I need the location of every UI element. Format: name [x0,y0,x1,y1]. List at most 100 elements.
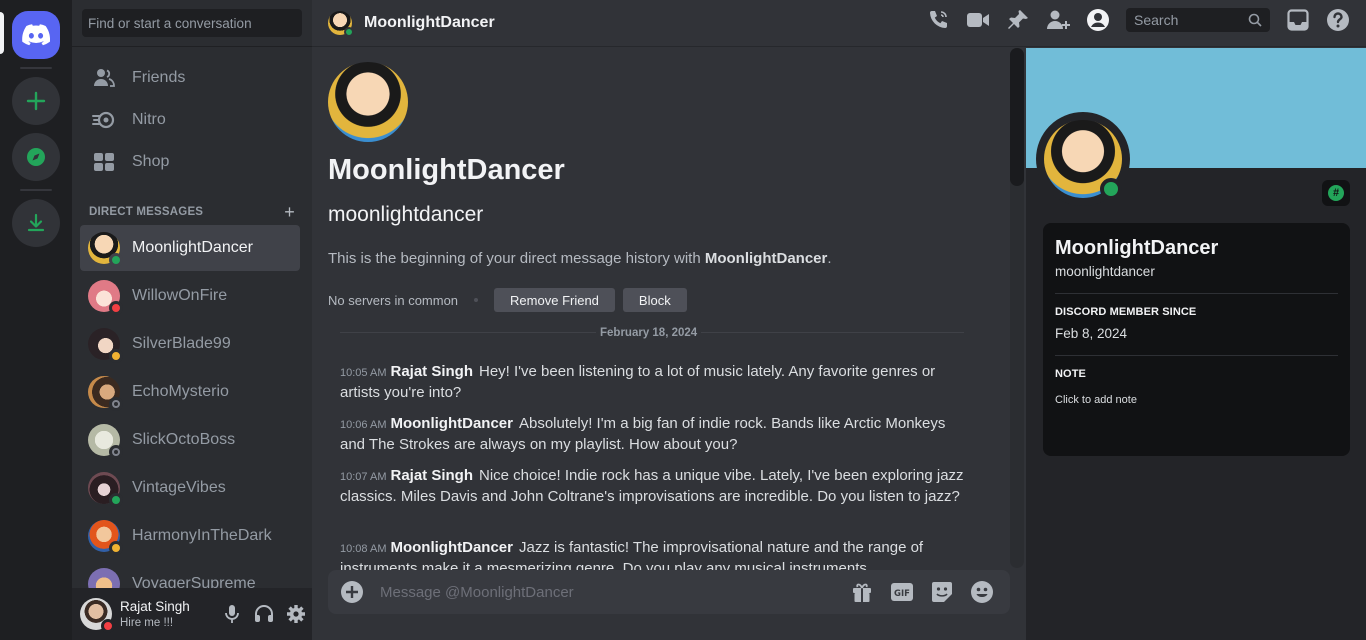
header-search [1110,8,1270,32]
upload-button[interactable] [340,580,364,604]
welcome-handle: moonlightdancer [328,203,484,226]
dm-item[interactable]: EchoMysterio [80,369,300,415]
dm-item[interactable]: VintageVibes [80,465,300,511]
user-avatar[interactable] [80,598,115,633]
welcome-desc-text: This is the beginning of your direct mes… [328,250,705,267]
message-author[interactable]: MoonlightDancer [390,539,513,556]
help-button[interactable] [1326,8,1350,32]
message-input[interactable] [380,570,850,614]
user-profile-toggle[interactable] [1086,8,1110,32]
message-author[interactable]: MoonlightDancer [390,415,513,432]
message[interactable]: 10:05 AM Rajat Singh Hey! I've been listen… [340,362,964,403]
block-button[interactable]: Block [622,288,687,312]
user-names[interactable]: Rajat Singh Hire me !!! [120,599,216,629]
inbox-button[interactable] [1286,8,1310,32]
welcome-title: MoonlightDancer [328,154,565,186]
rail-separator [20,67,52,69]
rail-separator [20,189,52,191]
welcome-description: This is the beginning of your direct mes… [328,250,832,267]
phone-icon [930,11,947,28]
avatar [88,280,123,315]
remove-friend-button[interactable]: Remove Friend [494,288,615,312]
dm-item[interactable]: SlickOctoBoss [80,417,300,463]
header-avatar[interactable] [328,11,354,37]
create-dm-plus-icon[interactable]: + [284,203,295,221]
avatar [88,232,123,267]
chat-area: MoonlightDancer moonlightdancer This is … [312,48,1026,640]
dm-name: WillowOnFire [132,287,228,304]
header-toolbar [910,8,1350,32]
gift-icon [853,583,871,602]
direct-messages-header: DIRECT MESSAGES + [89,203,295,221]
welcome-actions: No servers in common Remove Friend Block [328,288,695,312]
message[interactable]: 10:06 AM MoonlightDancer Absolutely! I'm a… [340,414,964,455]
dm-name: HarmonyInTheDark [132,527,272,544]
emoji-icon [971,581,993,603]
compass-icon [27,148,45,166]
discord-logo-icon [22,24,50,46]
nav-shop[interactable]: Shop [80,141,304,183]
status-indicator [109,445,123,459]
avatar [88,520,123,555]
message-author[interactable]: Rajat Singh [390,467,473,484]
nav-friends[interactable]: Friends [80,57,304,99]
video-camera-icon [967,13,989,27]
status-indicator [109,253,123,267]
avatar [88,472,123,507]
avatar [88,424,123,459]
selected-indicator [0,12,4,54]
message-author[interactable]: Rajat Singh [390,363,473,380]
dm-item[interactable]: SilverBlade99 [80,321,300,367]
chat-scrollbar[interactable] [1010,48,1024,568]
gif-button[interactable]: GIF [890,580,914,604]
dot-separator [474,298,479,302]
home-button[interactable] [12,11,60,59]
scrollbar-thumb[interactable] [1010,48,1024,186]
nav-nitro[interactable]: Nitro [80,99,304,141]
profile-divider [1055,293,1338,294]
add-friends-to-dm-button[interactable] [1046,8,1070,32]
message-composer: GIF [328,570,1010,614]
welcome-desc-name: MoonlightDancer [704,250,828,267]
emoji-button[interactable] [970,580,994,604]
help-icon [1327,9,1349,31]
message-timestamp: 10:06 AM [340,419,387,431]
user-name: Rajat Singh [120,599,190,614]
download-icon [27,213,45,232]
header-title[interactable]: MoonlightDancer [364,14,495,32]
sticker-button[interactable] [930,580,954,604]
gift-button[interactable] [850,580,874,604]
profile-status-indicator [1100,178,1122,200]
dm-item[interactable]: HarmonyInTheDark [80,513,300,559]
deafen-button[interactable] [248,598,280,630]
direct-messages-label: DIRECT MESSAGES [89,206,204,218]
user-settings-button[interactable] [280,598,312,630]
profile-username: moonlightdancer [1055,264,1155,279]
mute-button[interactable] [216,598,248,630]
find-conversation-input[interactable] [82,9,302,37]
message-timestamp: 10:07 AM [340,471,387,483]
voice-call-button[interactable] [926,8,950,32]
video-call-button[interactable] [966,8,990,32]
nav-label: Friends [132,69,186,86]
download-apps-button[interactable] [12,199,60,247]
add-user-icon [1047,10,1070,29]
pinned-messages-button[interactable] [1006,8,1030,32]
dm-name: SlickOctoBoss [132,431,236,448]
explore-servers-button[interactable] [12,133,60,181]
gif-icon: GIF [891,583,913,601]
message-timestamp: 10:05 AM [340,367,387,379]
add-server-button[interactable] [12,77,60,125]
status-indicator [109,493,123,507]
profile-card: MoonlightDancer moonlightdancer DISCORD … [1043,223,1350,456]
search-icon [1248,13,1262,27]
status-indicator [109,397,123,411]
welcome-avatar [328,62,408,142]
dm-item[interactable]: WillowOnFire [80,273,300,319]
message[interactable]: 10:07 AM Rajat Singh Nice choice! Indie ro… [340,466,964,507]
note-input[interactable]: Click to add note [1055,394,1338,406]
dm-name: SilverBlade99 [132,335,231,352]
date-divider-label: February 18, 2024 [596,327,702,339]
profile-badge[interactable]: # [1322,180,1350,206]
dm-item[interactable]: MoonlightDancer [80,225,300,271]
